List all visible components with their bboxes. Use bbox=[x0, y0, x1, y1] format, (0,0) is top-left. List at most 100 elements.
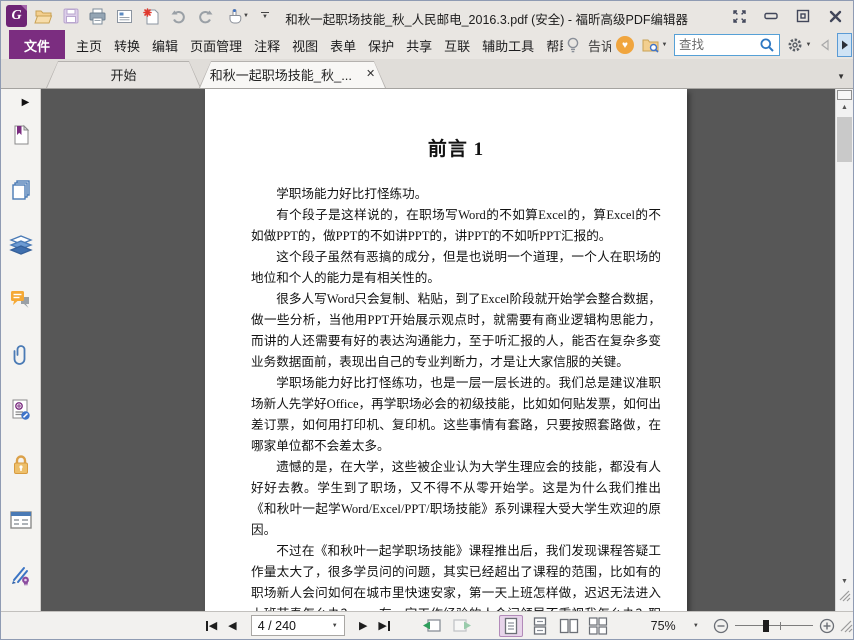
open-file-button[interactable] bbox=[33, 5, 54, 27]
foxit-logo: G bbox=[6, 5, 27, 27]
redo-button[interactable] bbox=[195, 5, 216, 27]
first-page-button[interactable]: ◀ bbox=[201, 616, 222, 636]
paragraph: 学职场能力好比打怪练功。 bbox=[276, 187, 428, 201]
previous-view-button[interactable] bbox=[421, 617, 443, 634]
last-page-button[interactable]: ▶ bbox=[374, 616, 395, 636]
menu-protect[interactable]: 保护 bbox=[362, 31, 400, 60]
tab-list-dropdown[interactable]: ▼ bbox=[837, 72, 845, 81]
menu-accessibility[interactable]: 辅助工具 bbox=[476, 31, 540, 60]
scroll-down-button[interactable]: ▼ bbox=[836, 578, 853, 585]
menu-organize[interactable]: 页面管理 bbox=[184, 31, 248, 60]
continuous-facing-view-button[interactable] bbox=[586, 615, 610, 637]
panel-attachments-button[interactable] bbox=[8, 344, 34, 366]
paragraph: 这个段子虽然有恶搞的成分，但是也说明一个道理，一个人在职场的地位和个人的能力是有… bbox=[251, 250, 661, 285]
tab-start[interactable]: 开始 bbox=[46, 61, 201, 88]
settings-button[interactable]: ▼ bbox=[785, 37, 813, 53]
zoom-out-button[interactable] bbox=[713, 618, 729, 634]
menu-edit[interactable]: 编辑 bbox=[146, 31, 184, 60]
favorites-button[interactable]: ♥ bbox=[616, 36, 634, 54]
panel-toggle-button[interactable] bbox=[837, 90, 852, 100]
folder-open-icon bbox=[34, 10, 53, 23]
navigation-panel-bar: ▶ bbox=[1, 89, 41, 611]
tab-close-icon[interactable]: ✕ bbox=[366, 69, 375, 80]
panel-form-fields-button[interactable] bbox=[8, 509, 34, 531]
customize-quick-access-button[interactable]: ▼ bbox=[258, 5, 272, 27]
page-number-caret-icon: ▼ bbox=[331, 622, 338, 629]
menu-share[interactable]: 共享 bbox=[400, 31, 438, 60]
window-controls bbox=[731, 8, 853, 24]
page-number-value: 4 / 240 bbox=[257, 618, 296, 633]
panel-bookmarks-button[interactable] bbox=[8, 124, 34, 146]
tips-button[interactable] bbox=[563, 36, 583, 54]
foxit-logo-icon[interactable]: G bbox=[6, 5, 27, 27]
statusbar: ◀ ◀ 4 / 240 ▼ ▶ ▶ 75% ▼ bbox=[1, 611, 853, 639]
window-title: 和秋一起职场技能_秋_人民邮电_2016.3.pdf (安全) - 福昕高级PD… bbox=[285, 13, 689, 27]
panel-page-thumbnails-button[interactable] bbox=[8, 179, 34, 201]
corner-grip bbox=[838, 589, 851, 607]
panel-layers-button[interactable] bbox=[8, 234, 34, 256]
hand-tool-caret-icon: ▼ bbox=[243, 13, 249, 19]
zoom-slider-thumb[interactable] bbox=[762, 619, 769, 632]
undo-button[interactable] bbox=[168, 5, 189, 27]
email-button[interactable] bbox=[114, 5, 135, 27]
panel-comments-button[interactable] bbox=[8, 289, 34, 311]
restore-icon bbox=[796, 9, 810, 23]
window-resize-grip[interactable] bbox=[839, 619, 853, 633]
next-view-button[interactable] bbox=[451, 617, 473, 634]
menu-home[interactable]: 主页 bbox=[70, 31, 108, 60]
save-button[interactable] bbox=[60, 5, 81, 27]
previous-view-icon bbox=[422, 619, 441, 632]
find-button[interactable] bbox=[755, 35, 779, 55]
continuous-view-button[interactable] bbox=[528, 615, 552, 637]
ribbon-scroll-right-button[interactable] bbox=[837, 33, 852, 57]
zoom-level-value: 75% bbox=[650, 618, 676, 633]
scroll-up-button[interactable]: ▲ bbox=[836, 100, 853, 115]
expand-panel-button[interactable]: ▶ bbox=[22, 97, 30, 108]
triangle-left-outline-icon bbox=[821, 39, 829, 51]
zoom-slider-track[interactable] bbox=[734, 625, 814, 627]
facing-pages-icon bbox=[559, 618, 578, 633]
menu-file[interactable]: 文件 bbox=[9, 29, 66, 61]
hand-tool-button[interactable]: ▼ bbox=[222, 5, 252, 27]
next-page-button[interactable]: ▶ bbox=[353, 616, 374, 636]
zoom-in-button[interactable] bbox=[819, 618, 835, 634]
logo-letter: G bbox=[11, 8, 22, 23]
minimize-button[interactable] bbox=[763, 8, 779, 24]
scrollbar-thumb[interactable] bbox=[837, 117, 852, 162]
create-pdf-button[interactable] bbox=[141, 5, 162, 27]
previous-page-button[interactable]: ◀ bbox=[222, 616, 243, 636]
lightbulb-icon bbox=[567, 37, 579, 53]
customize-line-icon bbox=[261, 11, 269, 14]
menubar: 文件 主页 转换 编辑 页面管理 注释 视图 表单 保护 共享 互联 辅助工具 … bbox=[1, 29, 853, 61]
facing-view-button[interactable] bbox=[557, 615, 581, 637]
fullscreen-button[interactable] bbox=[731, 8, 747, 24]
zoom-slider[interactable] bbox=[734, 619, 814, 633]
menu-form[interactable]: 表单 bbox=[324, 31, 362, 60]
tell-me-button[interactable]: 告诉 bbox=[588, 36, 611, 55]
close-button[interactable] bbox=[827, 8, 843, 24]
document-view[interactable]: 前言 1 学职场能力好比打怪练功。 有个段子是这样说的，在职场写Word的不如算… bbox=[41, 89, 835, 611]
panel-digital-signatures-button[interactable] bbox=[8, 564, 34, 586]
ribbon-scroll-left-button[interactable] bbox=[818, 39, 832, 51]
vertical-scrollbar[interactable]: ▲ ▼ bbox=[835, 89, 853, 611]
search-folder-button[interactable]: ▼ bbox=[639, 37, 669, 54]
page-number-field[interactable]: 4 / 240 ▼ bbox=[250, 615, 345, 636]
menu-connect[interactable]: 互联 bbox=[438, 31, 476, 60]
print-button[interactable] bbox=[87, 5, 108, 27]
folder-search-icon bbox=[642, 39, 659, 53]
first-page-bar-icon bbox=[205, 620, 208, 631]
first-page-arrow-icon: ◀ bbox=[208, 620, 218, 632]
panel-destinations-button[interactable] bbox=[8, 399, 34, 421]
find-input[interactable] bbox=[675, 38, 755, 52]
menu-comment[interactable]: 注释 bbox=[248, 31, 286, 60]
minus-circle-icon bbox=[713, 618, 728, 633]
single-page-view-button[interactable] bbox=[498, 614, 523, 637]
panel-security-button[interactable] bbox=[8, 454, 34, 476]
menu-convert[interactable]: 转换 bbox=[108, 31, 146, 60]
customize-caret-icon: ▼ bbox=[262, 14, 268, 21]
zoom-dropdown-caret-icon[interactable]: ▼ bbox=[693, 623, 699, 629]
restore-button[interactable] bbox=[795, 8, 811, 24]
tab-document[interactable]: 和秋一起职场技能_秋_... ✕ bbox=[199, 61, 386, 88]
menu-view[interactable]: 视图 bbox=[286, 31, 324, 60]
redo-icon bbox=[199, 10, 213, 23]
